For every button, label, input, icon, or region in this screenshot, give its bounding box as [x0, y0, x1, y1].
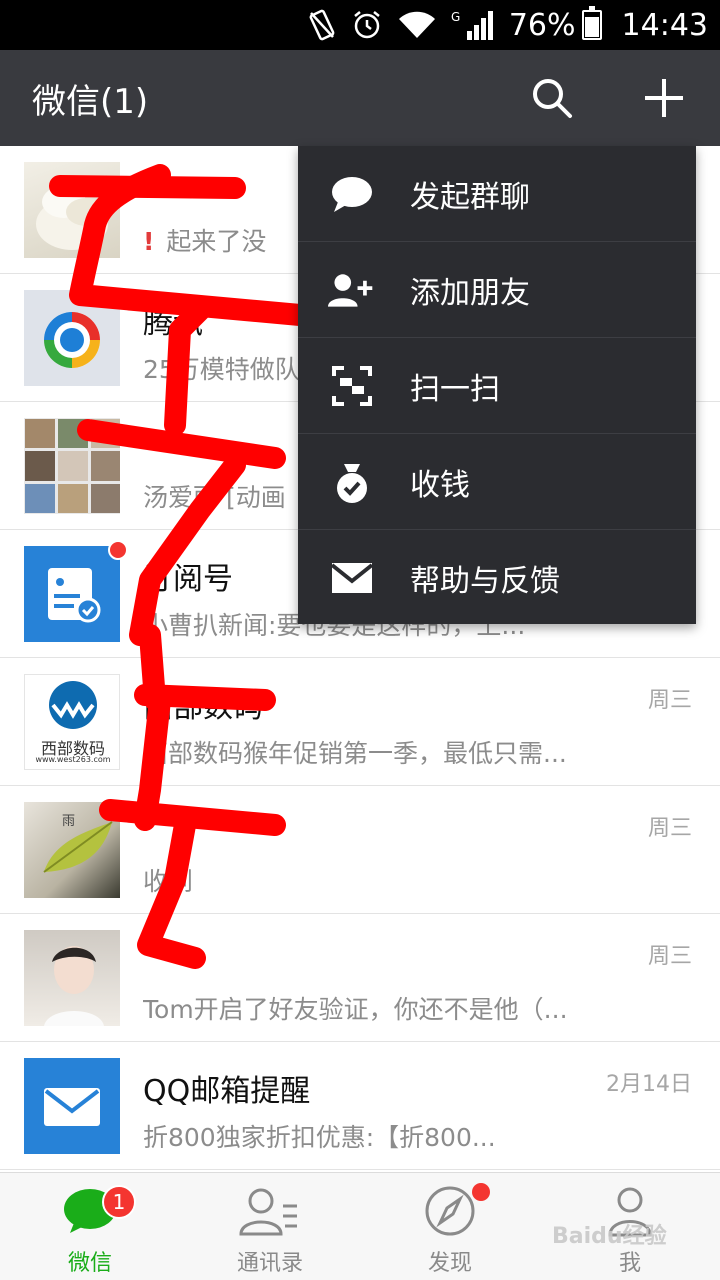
- chat-name: 西部数码: [143, 690, 263, 725]
- contacts-icon: [238, 1183, 302, 1239]
- chat-row[interactable]: Tom开启了好友验证，你还不是他（... 周三: [0, 914, 720, 1042]
- screen: G 76% 14:43 微信(1) ! 起来了没 腾讯 25万模特做队 汤爱丽 …: [0, 0, 720, 1280]
- chat-row[interactable]: QQ邮箱提醒 折800独家折扣优惠:【折800... 2月14日: [0, 1042, 720, 1170]
- tab-label: 发现: [427, 1251, 472, 1276]
- menu-item-receive-money[interactable]: 收钱: [298, 434, 696, 530]
- subscription-avatar: [24, 546, 120, 642]
- subscription-icon: [48, 568, 101, 623]
- money-bag-icon: [328, 458, 376, 506]
- unread-badge: 1: [102, 1185, 136, 1219]
- add-dropdown-menu: 发起群聊 添加朋友 扫一扫 收钱 帮助与反馈: [298, 146, 696, 624]
- vibrate-icon: [307, 9, 337, 41]
- chat-time: 周三: [647, 816, 692, 841]
- chat-preview: Tom开启了好友验证，你还不是他（...: [143, 995, 568, 1024]
- clock: 14:43: [621, 7, 708, 43]
- chat-name: 腾讯: [143, 306, 203, 341]
- chat-name: QQ邮箱提醒: [143, 1074, 311, 1109]
- chat-time: 周三: [647, 688, 692, 713]
- status-bar: G 76% 14:43: [0, 0, 720, 50]
- page-title: 微信(1): [32, 81, 149, 122]
- watermark: Baidu经验: [552, 1224, 667, 1249]
- chat-row[interactable]: 西部数码 www.west263.com 西部数码 西部数码猴年促销第一季，最低…: [0, 658, 720, 786]
- avatar-text: 雨: [62, 814, 76, 829]
- tab-label: 通讯录: [236, 1251, 303, 1276]
- chat-preview: 西部数码猴年促销第一季，最低只需...: [143, 739, 567, 768]
- menu-label: 收钱: [410, 467, 470, 503]
- mail-icon: [44, 1088, 100, 1126]
- alert-icon: !: [143, 227, 155, 256]
- menu-item-scan[interactable]: 扫一扫: [298, 338, 696, 434]
- tab-discover[interactable]: 发现: [360, 1173, 540, 1280]
- menu-label: 扫一扫: [410, 371, 500, 407]
- chat-name: 订阅号: [143, 562, 233, 597]
- menu-item-add-friend[interactable]: 添加朋友: [298, 242, 696, 338]
- avatar: 雨: [24, 802, 120, 898]
- avatar-subtext: www.west263.com: [35, 755, 111, 764]
- chat-time: 2月14日: [606, 1072, 692, 1097]
- alarm-icon: [351, 9, 383, 41]
- wifi-icon: [397, 10, 437, 40]
- group-avatar: [24, 418, 120, 514]
- app-header: 微信(1): [0, 50, 720, 146]
- unread-dot: [108, 540, 128, 560]
- menu-label: 添加朋友: [410, 275, 530, 311]
- chat-preview: 收到: [143, 867, 194, 896]
- tab-contacts[interactable]: 通讯录: [180, 1173, 360, 1280]
- west-logo-icon: [49, 681, 97, 729]
- network-type: G: [451, 10, 460, 24]
- chat-bubble-icon: [328, 170, 376, 218]
- menu-item-group-chat[interactable]: 发起群聊: [298, 146, 696, 242]
- avatar: [24, 162, 120, 258]
- add-button[interactable]: [640, 74, 688, 122]
- qqmail-avatar: [24, 1058, 120, 1154]
- chat-time: 周三: [647, 944, 692, 969]
- new-dot: [472, 1183, 490, 1201]
- avatar: [24, 930, 120, 1026]
- avatar: [24, 290, 120, 386]
- tab-label: 微信: [67, 1251, 112, 1276]
- chat-preview: 折800独家折扣优惠:【折800...: [143, 1123, 496, 1152]
- avatar: 西部数码 www.west263.com: [24, 674, 120, 770]
- search-icon: [533, 79, 572, 118]
- envelope-icon: [328, 554, 376, 602]
- tab-chats[interactable]: 1 微信: [0, 1173, 180, 1280]
- signal-icon: G: [451, 9, 497, 41]
- menu-item-help-feedback[interactable]: 帮助与反馈: [298, 530, 696, 626]
- chat-row[interactable]: 雨 收到 周三: [0, 786, 720, 914]
- scan-icon: [328, 362, 376, 410]
- battery-percent: 76%: [508, 7, 576, 43]
- battery-icon: [581, 6, 602, 40]
- search-button[interactable]: [528, 74, 576, 122]
- menu-label: 帮助与反馈: [410, 564, 560, 599]
- plus-icon: [645, 79, 683, 117]
- menu-label: 发起群聊: [410, 179, 530, 215]
- add-friend-icon: [328, 266, 376, 314]
